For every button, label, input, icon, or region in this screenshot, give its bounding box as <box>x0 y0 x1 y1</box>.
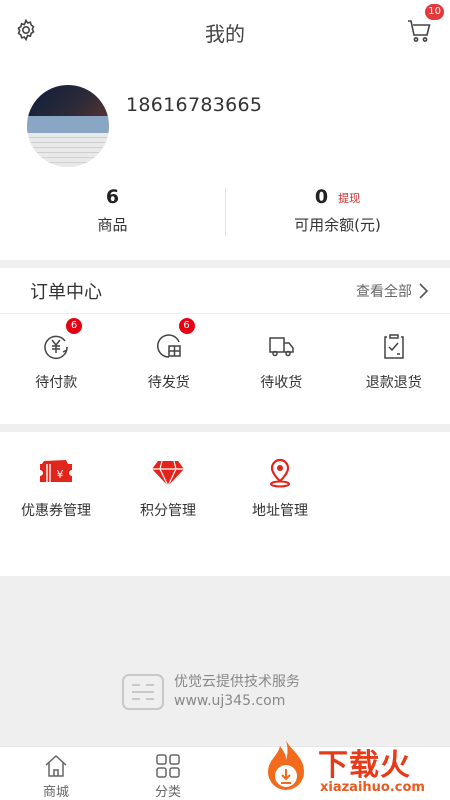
tab-home[interactable]: 商城 <box>0 747 112 800</box>
coupon-management[interactable]: ¥ 优惠券管理 <box>0 432 112 572</box>
order-refund[interactable]: 退款退货 <box>338 314 450 424</box>
address-management[interactable]: 地址管理 <box>224 432 336 572</box>
profile-card: 18616783665 <box>0 64 450 176</box>
order-label: 待付款 <box>35 375 78 391</box>
tab-label: 商城 <box>42 785 69 800</box>
order-pending-receipt[interactable]: 待收货 <box>225 314 338 424</box>
tool-label: 优惠券管理 <box>21 503 91 519</box>
refund-doc-icon <box>384 334 404 359</box>
cart-icon[interactable] <box>406 18 432 44</box>
flame-logo-icon <box>268 740 304 790</box>
provider-logo-icon <box>122 674 164 710</box>
tool-label: 积分管理 <box>140 503 196 519</box>
balance-stat[interactable]: 0 提现 可用余额(元) <box>225 176 450 260</box>
order-center-title: 订单中心 <box>30 281 102 303</box>
package-icon <box>156 334 181 358</box>
page-title: 我的 <box>205 22 245 46</box>
cart-badge: 10 <box>425 4 444 20</box>
tab-label: 分类 <box>154 785 181 800</box>
chevron-right-icon <box>419 282 429 299</box>
tab-categories[interactable]: 分类 <box>112 747 224 800</box>
powered-url: www.uj345.com <box>174 693 286 709</box>
stat-divider <box>225 188 226 236</box>
withdraw-link[interactable]: 提现 <box>338 192 360 205</box>
tools-row: ¥ 优惠券管理 积分管理 地址管理 <box>0 432 450 572</box>
watermark-domain: xiazaihuo.com <box>320 780 425 795</box>
order-label: 待收货 <box>260 375 303 391</box>
watermark: 下载火 xiazaihuo.com <box>260 738 444 798</box>
location-pin-icon <box>270 458 290 488</box>
points-management[interactable]: 积分管理 <box>112 432 224 572</box>
coupon-icon: ¥ <box>40 460 72 482</box>
watermark-title: 下载火 <box>318 748 411 783</box>
section-divider <box>0 424 450 432</box>
order-label: 退款退货 <box>365 375 422 391</box>
svg-text:¥: ¥ <box>57 468 64 481</box>
order-center-header: 订单中心 查看全部 <box>0 268 450 314</box>
see-all-orders-link[interactable]: 查看全部 <box>356 281 430 301</box>
pending-shipment-badge: 6 <box>178 318 195 334</box>
truck-icon <box>269 337 294 357</box>
goods-label: 商品 <box>97 216 128 234</box>
diamond-icon <box>152 460 184 488</box>
yuan-pay-icon <box>44 335 69 360</box>
order-status-row: 6 待付款 6 待发货 待收货 退款退货 <box>0 314 450 424</box>
balance-value: 0 <box>314 186 329 208</box>
pending-payment-badge: 6 <box>66 318 82 334</box>
section-divider <box>0 260 450 268</box>
powered-by: 优觉云提供技术服务 www.uj345.com <box>120 672 300 712</box>
footer-area: 优觉云提供技术服务 www.uj345.com <box>0 576 450 746</box>
goods-stat[interactable]: 6 商品 <box>0 176 225 260</box>
see-all-label: 查看全部 <box>356 283 412 300</box>
order-label: 待发货 <box>147 375 190 391</box>
powered-line1: 优觉云提供技术服务 <box>174 674 300 690</box>
avatar[interactable] <box>27 85 109 167</box>
order-pending-shipment[interactable]: 6 待发货 <box>113 314 226 424</box>
account-stats: 6 商品 0 提现 可用余额(元) <box>0 176 450 260</box>
user-phone: 18616783665 <box>126 94 263 116</box>
top-bar: 我的 10 <box>0 0 450 64</box>
goods-count: 6 <box>105 186 120 208</box>
order-pending-payment[interactable]: 6 待付款 <box>0 314 113 424</box>
balance-label: 可用余额(元) <box>294 216 381 234</box>
home-icon <box>45 754 67 777</box>
tool-label: 地址管理 <box>252 503 308 519</box>
grid-icon <box>156 754 180 778</box>
